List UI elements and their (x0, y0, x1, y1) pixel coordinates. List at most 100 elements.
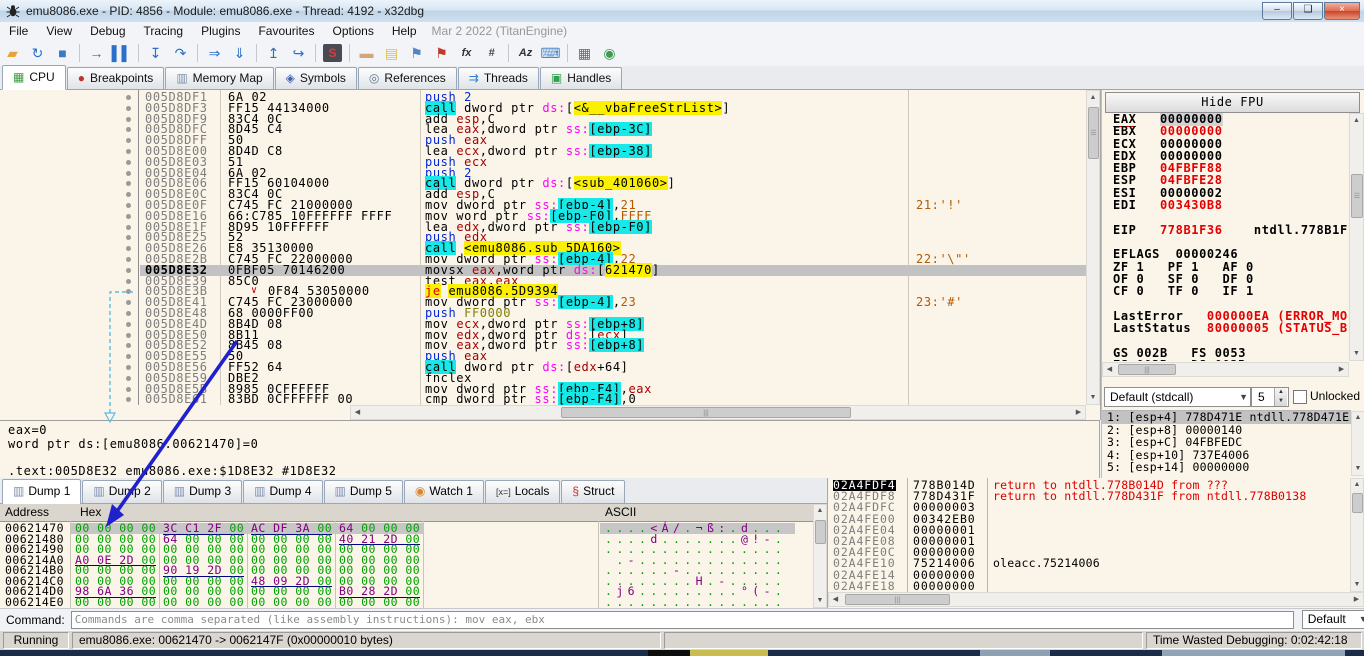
breakpoint-dot[interactable] (126, 268, 131, 273)
breakpoint-dot[interactable] (126, 192, 131, 197)
stack-row[interactable]: 02A4FE1400000000 (828, 570, 1348, 581)
breakpoint-dot[interactable] (126, 333, 131, 338)
scylla-icon[interactable]: S (323, 44, 342, 62)
tab-threads[interactable]: ⇉Threads (458, 67, 539, 89)
register-line[interactable]: ES 002B DS 002B (1113, 359, 1348, 361)
stack-hscrollbar[interactable]: ◀ ||| ▶ (828, 592, 1364, 607)
bookmarks-icon[interactable]: ⚑ (430, 42, 453, 64)
dump-row[interactable]: 006214E000 00 00 0000 00 00 0000 00 00 0… (0, 597, 813, 608)
breakpoint-dot[interactable] (126, 397, 131, 402)
tab-dump-2[interactable]: ▥Dump 2 (82, 480, 161, 503)
breakpoint-dot[interactable] (126, 149, 131, 154)
pause-icon[interactable]: ▌▌ (110, 42, 133, 64)
breakpoint-dot[interactable] (126, 289, 131, 294)
breakpoint-dot[interactable] (126, 343, 131, 348)
arg-count-stepper[interactable]: 5▲▼ (1251, 387, 1289, 407)
tab-struct[interactable]: §Struct (561, 480, 625, 503)
breakpoint-dot[interactable] (126, 138, 131, 143)
menu-item-options[interactable]: Options (323, 24, 382, 38)
menu-item-view[interactable]: View (37, 24, 81, 38)
open-file-icon[interactable]: ▰ (1, 42, 24, 64)
tab-cpu[interactable]: ▦CPU (2, 65, 66, 90)
breakpoint-dot[interactable] (126, 214, 131, 219)
tab-memory-map[interactable]: ▥Memory Map (165, 67, 273, 89)
trace-into-icon[interactable]: ⇓ (228, 42, 251, 64)
close-debuggee-icon[interactable]: ■ (51, 42, 74, 64)
stack-row[interactable]: 02A4FDFC00000003 (828, 502, 1348, 513)
breakpoint-dot[interactable] (126, 235, 131, 240)
tab-dump-1[interactable]: ▥Dump 1 (2, 479, 81, 504)
functions-icon[interactable]: fx (455, 42, 478, 64)
tab-references[interactable]: ◎References (358, 67, 457, 89)
stack-row[interactable]: 02A4FE0800000001 (828, 536, 1348, 547)
debug-help-icon[interactable]: ◉ (598, 42, 621, 64)
breakpoint-dot[interactable] (126, 300, 131, 305)
labels-icon[interactable]: ⚑ (405, 42, 428, 64)
run-to-user-code-icon[interactable]: ↪ (287, 42, 310, 64)
restart-icon[interactable]: ↻ (26, 42, 49, 64)
stack-row[interactable]: 02A4FDF8778D431Freturn to ntdll.778D431F… (828, 491, 1348, 502)
registers-hscrollbar[interactable]: ◀ ||| ▶ (1102, 362, 1349, 377)
notes-icon[interactable]: ⌨ (539, 42, 562, 64)
breakpoint-dot[interactable] (126, 117, 131, 122)
stack-row[interactable]: 02A4FE1800000000 (828, 581, 1348, 592)
tab-breakpoints[interactable]: ●Breakpoints (67, 67, 165, 89)
stack-panel[interactable]: 02A4FDF4778B014Dreturn to ntdll.778B014D… (827, 478, 1364, 608)
breakpoint-dot[interactable] (126, 127, 131, 132)
title-bar[interactable]: emu8086.exe - PID: 4856 - Module: emu808… (0, 0, 1364, 23)
breakpoint-dot[interactable] (126, 365, 131, 370)
stack-row[interactable]: 02A4FE0400000001 (828, 525, 1348, 536)
tab-dump-3[interactable]: ▥Dump 3 (163, 480, 242, 503)
run-icon[interactable]: → (85, 42, 108, 64)
stack-row[interactable]: 02A4FE0000342EB0 (828, 514, 1348, 525)
menu-item-help[interactable]: Help (383, 24, 426, 38)
menu-item-tracing[interactable]: Tracing (135, 24, 193, 38)
stack-row[interactable]: 02A4FE1075214006oleacc.75214006 (828, 558, 1348, 569)
close-button[interactable]: × (1324, 2, 1360, 20)
disassembly-panel[interactable]: 005D8DF16A 02push 2005D8DF3FF15 44134000… (0, 90, 1101, 420)
menu-item-debug[interactable]: Debug (81, 24, 134, 38)
unlocked-checkbox[interactable] (1293, 390, 1307, 404)
registers-list[interactable]: EAX 00000000EBX 00000000ECX 00000000EDX … (1102, 113, 1348, 361)
disasm-row[interactable]: 005D8E6183BD 0CFFFFFF 00cmp dword ptr ss… (0, 394, 1086, 405)
breakpoint-dot[interactable] (126, 322, 131, 327)
tab-watch-1[interactable]: ◉Watch 1 (404, 480, 484, 503)
breakpoint-dot[interactable] (126, 171, 131, 176)
tab-locals[interactable]: [x=]Locals (485, 480, 560, 503)
breakpoint-dot[interactable] (126, 311, 131, 316)
breakpoint-dot[interactable] (126, 160, 131, 165)
breakpoint-dot[interactable] (126, 181, 131, 186)
arguments-list[interactable]: 1: [esp+4] 778D471E ntdll.778D471E2: [es… (1102, 410, 1351, 477)
step-into-icon[interactable]: ↧ (144, 42, 167, 64)
calculator-icon[interactable]: ▦ (573, 42, 596, 64)
register-line[interactable]: EDI 003430B8 (1113, 199, 1348, 211)
register-line[interactable]: LastStatus 80000005 (STATUS_BUFFER (1113, 322, 1348, 334)
run-trace-icon[interactable]: ⇒ (203, 42, 226, 64)
breakpoint-dot[interactable] (126, 279, 131, 284)
command-input[interactable] (71, 611, 1294, 629)
hide-fpu-button[interactable]: Hide FPU (1105, 92, 1360, 113)
menu-item-plugins[interactable]: Plugins (192, 24, 249, 38)
tab-symbols[interactable]: ◈Symbols (275, 67, 357, 89)
breakpoint-dot[interactable] (126, 376, 131, 381)
breakpoint-dot[interactable] (126, 106, 131, 111)
appearance-icon[interactable]: Az (514, 42, 537, 64)
dump-panel[interactable]: Address Hex ASCII 0062147000 00 00 003C … (0, 504, 827, 608)
breakpoint-dot[interactable] (126, 257, 131, 262)
maximize-button[interactable]: ❑ (1293, 2, 1323, 20)
breakpoint-dot[interactable] (126, 95, 131, 100)
register-line[interactable]: CF 0 TF 0 IF 1 (1113, 285, 1348, 297)
arguments-vscrollbar[interactable]: ▲ ▼ (1351, 411, 1364, 476)
argument-row[interactable]: 3: [esp+C] 04FBFEDC (1102, 436, 1351, 449)
register-line[interactable]: EIP 778B1F36 ntdll.778B1F36 (1113, 224, 1348, 236)
source-icon[interactable]: # (480, 42, 503, 64)
registers-vscrollbar[interactable]: ▲ ☰ ▼ (1349, 113, 1364, 361)
disasm-hscrollbar[interactable]: ◀ ||| ▶ (350, 405, 1086, 420)
argument-row[interactable]: 5: [esp+14] 00000000 (1102, 461, 1351, 474)
menu-item-favourites[interactable]: Favourites (249, 24, 323, 38)
breakpoint-dot[interactable] (126, 354, 131, 359)
tab-dump-5[interactable]: ▥Dump 5 (324, 480, 403, 503)
stack-vscrollbar[interactable]: ▲ ▼ (1350, 478, 1364, 592)
breakpoint-dot[interactable] (126, 225, 131, 230)
execute-till-return-icon[interactable]: ↥ (262, 42, 285, 64)
